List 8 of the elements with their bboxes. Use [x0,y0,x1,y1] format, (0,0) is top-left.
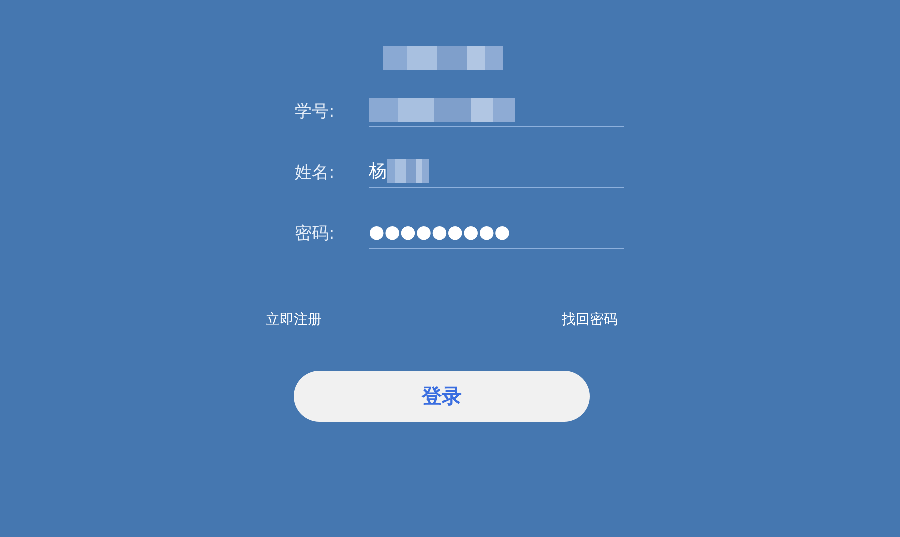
field-label: 密码: [295,223,336,246]
input-field[interactable]: 杨 [369,155,624,188]
field-label: 学号: [295,101,336,124]
field-label: 姓名: [295,162,336,185]
text-link[interactable]: 找回密码 [562,311,618,329]
text-link[interactable]: 立即注册 [266,311,322,329]
login-button[interactable]: 登录 [294,371,590,422]
input-field[interactable]: ●●●●●●●●● [369,216,624,249]
